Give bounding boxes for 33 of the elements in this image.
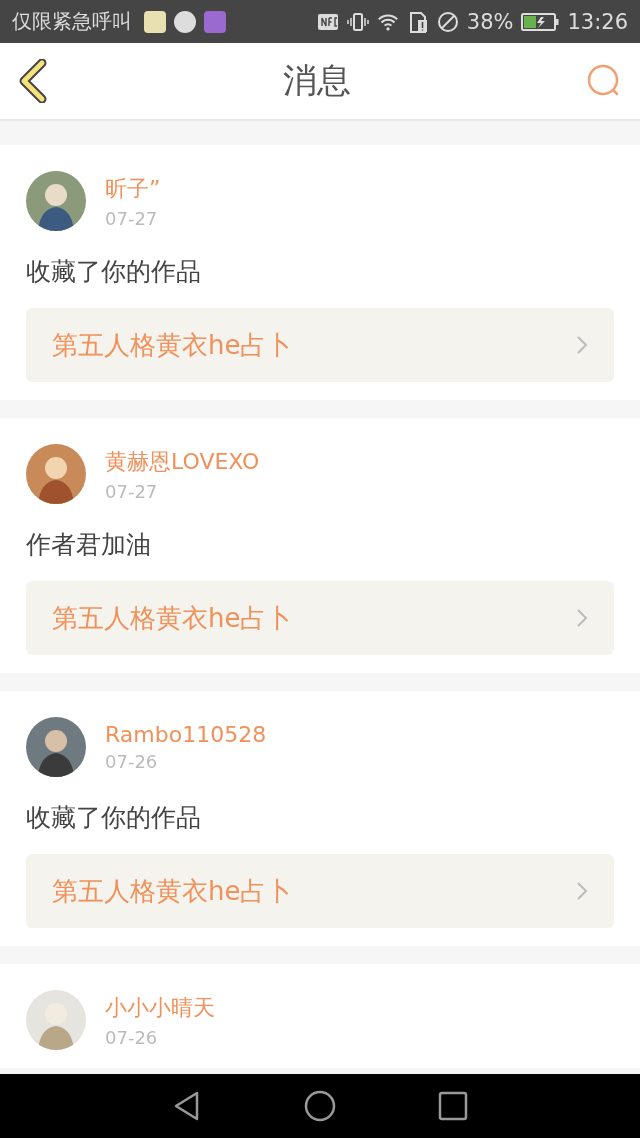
status-text: 仅限紧急呼叫 [12,8,132,35]
chevron-icon [576,335,588,355]
chevron-icon [576,608,588,628]
message-text: 作者君加油 [26,529,152,561]
do-not-disturb-icon [436,10,459,33]
notification-icon [174,10,196,33]
work-title: 第五人格黄衣he占卜 [52,874,293,908]
user-name[interactable]: 黄赫恩LOVEXO [105,446,260,477]
back-icon[interactable] [18,59,48,103]
vibrate-icon [346,10,369,33]
message-date: 07-26 [105,751,159,772]
work-title: 第五人格黄衣he占卜 [52,328,293,362]
work-link[interactable]: 第五人格黄衣he占卜 [26,854,614,928]
battery-icon [521,11,560,32]
user-name[interactable]: 小小小晴天 [105,992,215,1023]
recents-nav-icon[interactable] [437,1090,470,1122]
clock: 13:26 [567,9,628,34]
work-link[interactable]: 第五人格黄衣he占卜 [26,308,614,382]
message-text: 收藏了你的作品 [26,256,202,288]
page-title: 消息 [283,59,351,102]
message-date: 07-26 [105,1026,159,1048]
battery-percent: 38% [466,9,514,34]
message-date: 07-27 [105,207,159,229]
work-link[interactable]: 第五人格黄衣he占卜 [26,581,614,655]
notification-icon [144,10,166,33]
user-name[interactable]: Rambo110528 [105,722,267,747]
chevron-icon [576,881,588,901]
work-title: 第五人格黄衣he占卜 [52,601,293,635]
notification-icon [204,10,226,33]
message-text: 收藏了你的作品 [26,802,202,834]
home-nav-icon[interactable] [304,1090,336,1122]
message-date: 07-27 [105,480,159,502]
user-name[interactable]: 昕子” [105,173,161,204]
